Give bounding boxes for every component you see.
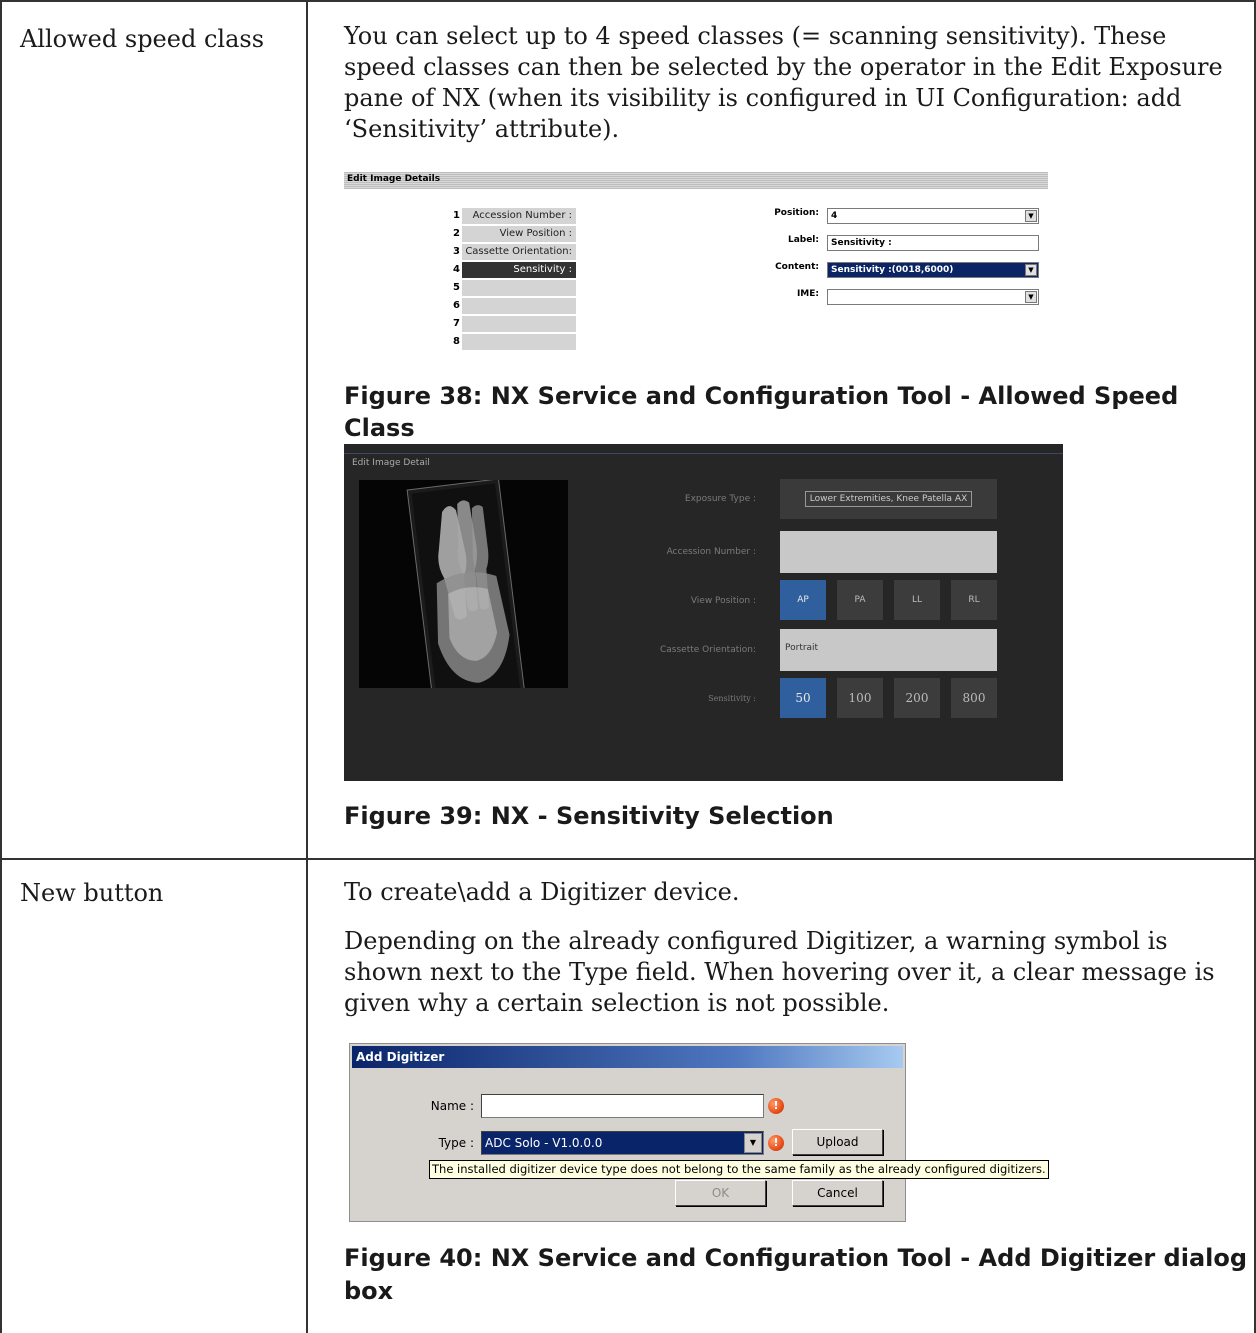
description-line: given why a certain selection is not pos… — [344, 989, 890, 1017]
caption-line: box — [344, 1277, 394, 1305]
accession-number-input[interactable] — [780, 531, 997, 573]
list-item-label — [462, 298, 576, 314]
list-item-number: 4 — [453, 264, 460, 275]
type-select[interactable]: ADC Solo - V1.0.0.0 ▼ — [481, 1131, 764, 1155]
sensitivity-100-button[interactable]: 100 — [837, 678, 883, 718]
panel-title-bar: Edit Image Details — [344, 172, 1048, 189]
list-item-number: 8 — [453, 336, 460, 347]
figure-39-caption: Figure 39: NX - Sensitivity Selection — [344, 802, 834, 830]
list-item-number: 1 — [453, 210, 460, 221]
dialog-title-bar: Add Digitizer — [352, 1046, 903, 1068]
cassette-orientation-field[interactable]: Portrait — [780, 629, 997, 671]
sensitivity-200-button[interactable]: 200 — [894, 678, 940, 718]
type-label: Type : — [438, 1136, 474, 1150]
list-item-label: Sensitivity : — [462, 262, 576, 278]
sensitivity-800-button[interactable]: 800 — [951, 678, 997, 718]
sensitivity-50-button[interactable]: 50 — [780, 678, 826, 718]
figure-38-caption: Figure 38: NX Service and Configuration … — [344, 382, 1179, 442]
label-label: Label: — [787, 235, 819, 245]
list-item-label: Accession Number : — [462, 208, 576, 224]
list-item[interactable]: 3 Cassette Orientation: — [434, 244, 576, 261]
accession-number-label: Accession Number : — [666, 547, 756, 557]
panel-title: Edit Image Details — [347, 174, 441, 184]
exposure-type-value: Lower Extremities, Knee Patella AX — [805, 491, 972, 507]
table-left-border — [0, 0, 2, 860]
name-label: Name : — [430, 1099, 474, 1113]
caption-line: Figure 40: NX Service and Configuration … — [344, 1244, 1248, 1272]
content-select[interactable]: Sensitivity :(0018,6000) ▼ — [827, 262, 1039, 278]
dialog-title: Add Digitizer — [356, 1050, 445, 1064]
warning-tooltip: The installed digitizer device type does… — [429, 1160, 1049, 1179]
exposure-type-field: Lower Extremities, Knee Patella AX — [780, 479, 997, 519]
list-item-number: 5 — [453, 282, 460, 293]
warning-icon[interactable]: ! — [768, 1098, 784, 1114]
sensitivity-label: Sensitivity : — [708, 694, 756, 703]
view-position-ll-button[interactable]: LL — [894, 580, 940, 620]
view-position-label: View Position : — [690, 596, 756, 606]
list-item-number: 6 — [453, 300, 460, 311]
row-label-new-button: New button — [20, 879, 164, 907]
xray-thumbnail — [359, 480, 568, 688]
row-label-allowed-speed-class: Allowed speed class — [20, 25, 265, 53]
figure-39-sensitivity-selection: Edit Image Detail Exposure Type : Lower … — [344, 444, 1063, 781]
cassette-orientation-value: Portrait — [785, 643, 819, 653]
label-input[interactable]: Sensitivity : — [827, 235, 1039, 251]
warning-icon[interactable]: ! — [768, 1135, 784, 1151]
list-item-number: 7 — [453, 318, 460, 329]
ime-select[interactable]: ▼ — [827, 289, 1039, 305]
table-left-border-row2 — [0, 858, 2, 1333]
content-value: Sensitivity :(0018,6000) — [831, 265, 954, 275]
chevron-down-icon[interactable]: ▼ — [1025, 210, 1037, 222]
list-item-label — [462, 316, 576, 332]
table-top-border — [0, 0, 1256, 2]
description-line: pane of NX (when its visibility is confi… — [344, 84, 1182, 112]
chevron-down-icon[interactable]: ▼ — [1025, 264, 1037, 276]
cancel-button[interactable]: Cancel — [792, 1180, 883, 1206]
list-item-label: View Position : — [462, 226, 576, 242]
description-line: ‘Sensitivity’ attribute). — [344, 115, 620, 143]
exposure-type-label: Exposure Type : — [684, 494, 756, 504]
list-item-label — [462, 334, 576, 350]
position-select[interactable]: 4 ▼ — [827, 208, 1039, 224]
type-value: ADC Solo - V1.0.0.0 — [485, 1136, 603, 1150]
list-item-number: 2 — [453, 228, 460, 239]
content-label: Content: — [775, 262, 819, 272]
list-item[interactable]: 1 Accession Number : — [434, 208, 576, 225]
cassette-orientation-label: Cassette Orientation: — [659, 645, 756, 655]
foot-xray-image — [406, 480, 526, 688]
description-line: speed classes can then be selected by th… — [344, 53, 1223, 81]
panel-divider — [344, 453, 1063, 454]
list-item[interactable]: 5 — [434, 280, 576, 297]
list-item-label: Cassette Orientation: — [462, 244, 576, 260]
description-line: Depending on the already configured Digi… — [344, 927, 1168, 955]
list-item[interactable]: 8 — [434, 334, 576, 351]
list-item[interactable]: 2 View Position : — [434, 226, 576, 243]
list-item-number: 3 — [453, 246, 460, 257]
list-item[interactable]: 6 — [434, 298, 576, 315]
table-row-divider — [0, 858, 1256, 860]
description-line: You can select up to 4 speed classes (= … — [344, 22, 1167, 50]
position-value: 4 — [831, 211, 838, 221]
position-label: Position: — [774, 208, 819, 218]
name-input[interactable] — [481, 1094, 764, 1118]
list-item[interactable]: 7 — [434, 316, 576, 333]
table-column-divider — [306, 0, 308, 1333]
list-item-label — [462, 280, 576, 296]
label-value: Sensitivity : — [831, 238, 892, 248]
view-position-rl-button[interactable]: RL — [951, 580, 997, 620]
view-position-pa-button[interactable]: PA — [837, 580, 883, 620]
new-button-description: To create\add a Digitizer device. — [344, 878, 740, 906]
panel-title: Edit Image Detail — [352, 458, 430, 468]
ime-label: IME: — [796, 289, 819, 299]
ok-button[interactable]: OK — [675, 1180, 766, 1206]
view-position-ap-button[interactable]: AP — [780, 580, 826, 620]
figure-38-edit-image-details: Edit Image Details 1 Accession Number : 2… — [344, 172, 1050, 354]
chevron-down-icon[interactable]: ▼ — [1025, 291, 1037, 303]
list-item-selected[interactable]: 4 Sensitivity : — [434, 262, 576, 279]
description-line: shown next to the Type field. When hover… — [344, 958, 1215, 986]
add-digitizer-dialog: Add Digitizer Name : ! Type : ADC Solo -… — [349, 1043, 1049, 1222]
upload-button[interactable]: Upload — [792, 1129, 883, 1155]
chevron-down-icon[interactable]: ▼ — [744, 1133, 762, 1153]
